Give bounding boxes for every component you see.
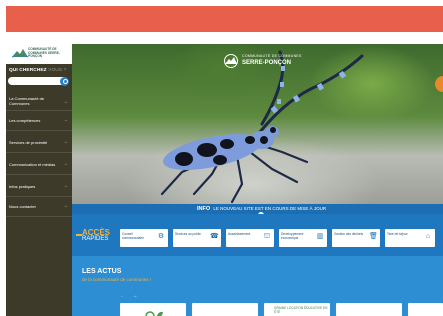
house-icon: ⌂ [425, 233, 431, 240]
sidebar-item-label: Services de proximité [9, 140, 48, 145]
quick-link-label: Gestion des déchets [334, 232, 364, 236]
quick-link-conseil[interactable]: Conseil communautaire ⚙ [120, 229, 168, 247]
hero-logo-small-text: COMMUNAUTÉ DE COMMUNES [242, 54, 302, 58]
news-card[interactable]: GRAINE LOCATION ÉDUCATIVE EN ÉTÉ [264, 303, 330, 316]
arrow-right-icon: → [63, 203, 68, 209]
quick-link-label: Conseil communautaire [122, 232, 144, 240]
acces-subtitle: RAPIDES [82, 236, 109, 242]
hero-logo-large-text: SERRE-PONÇON [242, 60, 292, 66]
logo-text: COMMUNAUTÉ DE COMMUNES SERRE-PONÇON [28, 47, 60, 59]
arrow-right-icon: → [63, 117, 68, 123]
arrow-right-icon: → [63, 139, 68, 145]
sidebar-item-label: Les compétences [9, 118, 41, 123]
quick-link-dechets[interactable]: Gestion des déchets 🗑 [332, 229, 380, 247]
sidebar-item-label: Infos pratiques [9, 184, 36, 189]
quick-link-developpement[interactable]: Développement économique ▥ [279, 229, 327, 247]
website-frame: COMMUNAUTÉ DE COMMUNES SERRE-PONÇON QUI … [6, 44, 443, 316]
mountain-logo-icon [224, 54, 238, 68]
phone-icon: ☎ [210, 233, 219, 240]
arrow-right-icon: → [63, 161, 68, 167]
quick-link-label: Développement économique [281, 232, 304, 240]
info-banner: INFO LE NOUVEAU SITE EST EN COURS DE MIS… [72, 204, 443, 219]
sidebar-item-label: Communication et médias [9, 162, 56, 167]
qui-cherchez-heading: QUI CHERCHEZ VOUS ? [9, 68, 66, 73]
search-input[interactable] [8, 76, 69, 86]
trash-icon: 🗑 [369, 233, 378, 240]
qui-sub: VOUS ? [48, 68, 67, 73]
news-card[interactable] [192, 303, 258, 316]
arrow-right-icon: → [63, 183, 68, 189]
info-label: INFO [197, 206, 211, 212]
sidebar-item-label: Nous contacter [9, 204, 36, 209]
mountain-logo-icon [12, 49, 28, 58]
actus-title: LES ACTUS [82, 268, 122, 275]
building-icon: ⛫ [263, 233, 271, 240]
search-icon[interactable] [60, 76, 69, 86]
quick-link-taxe[interactable]: Taxe de séjour ⌂ [385, 229, 435, 247]
arrow-right-icon[interactable]: → [132, 293, 137, 299]
arrow-right-icon: → [63, 99, 68, 105]
sidebar-item-competences[interactable]: Les compétences → [6, 116, 72, 131]
actus-section: LES ACTUS de la communauté de communes !… [72, 256, 443, 316]
news-card[interactable] [120, 303, 186, 316]
acces-rapides-section: ACCÈS RAPIDES Conseil communautaire ⚙ Se… [72, 214, 443, 256]
sidebar: COMMUNAUTÉ DE COMMUNES SERRE-PONÇON QUI … [6, 44, 72, 316]
news-card-text: GRAINE LOCATION ÉDUCATIVE EN ÉTÉ [274, 306, 328, 314]
chart-icon: ▥ [316, 233, 324, 240]
sidebar-item-communaute[interactable]: La Communauté de Communes → [6, 94, 72, 111]
sidebar-item-contact[interactable]: Nous contacter → [6, 202, 72, 217]
arrow-left-icon[interactable]: ← [120, 293, 125, 299]
hero-logo: COMMUNAUTÉ DE COMMUNES SERRE-PONÇON [222, 50, 302, 78]
news-card[interactable] [336, 303, 402, 316]
leaf-icon [145, 311, 163, 316]
quick-link-services[interactable]: Services au public ☎ [173, 229, 221, 247]
sidebar-item-label: La Communauté de Communes [9, 96, 45, 106]
sidebar-item-infos[interactable]: Infos pratiques → [6, 182, 72, 197]
sidebar-item-services[interactable]: Services de proximité → [6, 138, 72, 153]
actus-subtitle: de la communauté de communes ! [82, 277, 152, 282]
info-text: LE NOUVEAU SITE EST EN COURS DE MISE À J… [213, 206, 327, 211]
news-card[interactable] [408, 303, 443, 316]
quick-link-label: Assainissement [228, 232, 251, 236]
actus-carousel-nav: ← → [120, 293, 143, 299]
site-logo[interactable]: COMMUNAUTÉ DE COMMUNES SERRE-PONÇON [6, 44, 72, 64]
top-banner [6, 6, 443, 32]
gear-icon: ⚙ [157, 233, 165, 240]
acces-rapides-title: ACCÈS RAPIDES [76, 228, 122, 242]
quick-link-label: Services au public [175, 232, 201, 236]
quick-link-assainissement[interactable]: Assainissement ⛫ [226, 229, 274, 247]
qui-label: QUI CHERCHEZ [9, 68, 47, 73]
quick-link-label: Taxe de séjour [387, 232, 408, 236]
hero-image: COMMUNAUTÉ DE COMMUNES SERRE-PONÇON [72, 44, 443, 204]
sidebar-item-communication[interactable]: Communication et médias → [6, 160, 72, 175]
